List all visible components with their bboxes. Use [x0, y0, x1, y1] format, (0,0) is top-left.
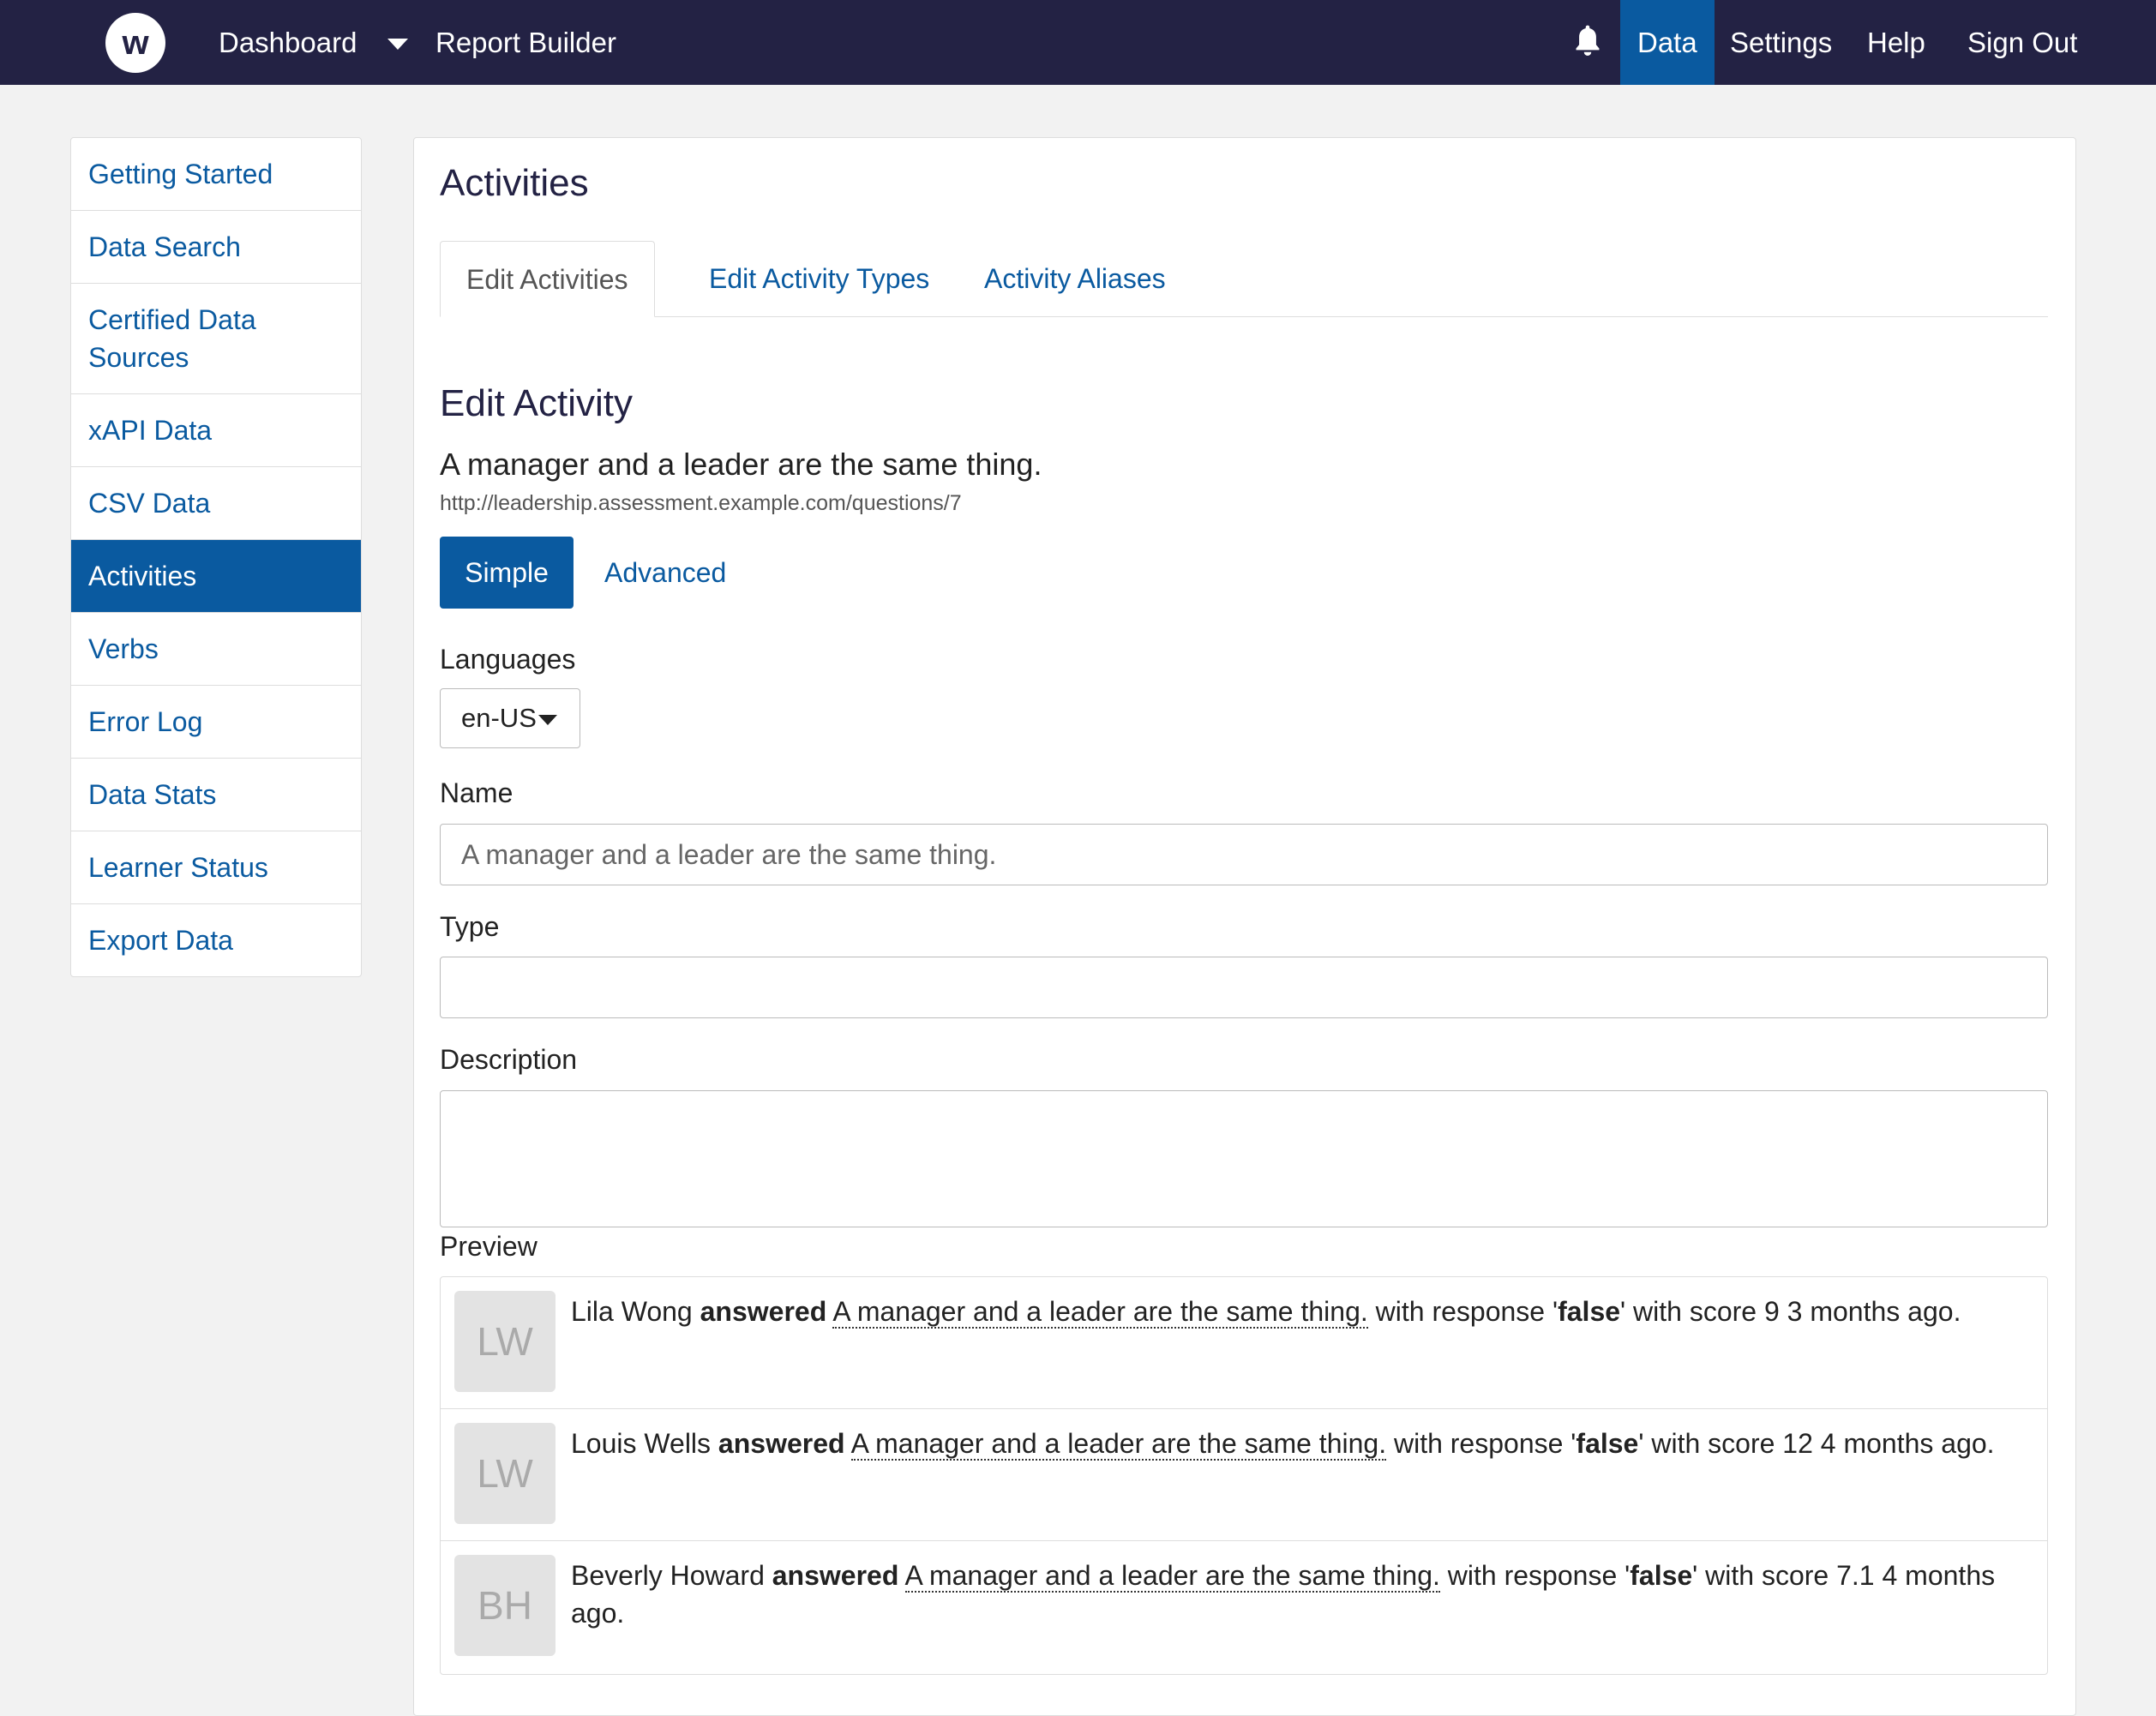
type-label: Type: [440, 911, 500, 942]
preview-list: LW Lila Wong answered A manager and a le…: [440, 1276, 2048, 1675]
statement-text: Beverly Howard answered A manager and a …: [571, 1560, 1996, 1629]
tab-edit-activities[interactable]: Edit Activities: [440, 241, 655, 317]
list-item: LW Louis Wells answered A manager and a …: [441, 1409, 2047, 1541]
caret-down-icon: [538, 715, 557, 725]
sidebar-item-export-data[interactable]: Export Data: [71, 904, 361, 976]
list-item: LW Lila Wong answered A manager and a le…: [441, 1277, 2047, 1409]
activity-name: A manager and a leader are the same thin…: [440, 447, 1042, 482]
nav-settings[interactable]: Settings: [1730, 0, 1832, 85]
nav-data[interactable]: Data: [1620, 0, 1715, 85]
statement-text: Lila Wong answered A manager and a leade…: [571, 1296, 1961, 1329]
logo[interactable]: w: [105, 13, 165, 73]
languages-label: Languages: [440, 644, 576, 675]
sidebar-item-data-search[interactable]: Data Search: [71, 211, 361, 284]
language-value: en-US: [461, 703, 537, 733]
sidebar-item-verbs[interactable]: Verbs: [71, 613, 361, 686]
simple-mode-button[interactable]: Simple: [440, 537, 574, 609]
page-title: Activities: [440, 162, 589, 204]
name-input[interactable]: A manager and a leader are the same thin…: [440, 824, 2048, 885]
sidebar: Getting Started Data Search Certified Da…: [70, 137, 362, 977]
name-label: Name: [440, 777, 513, 808]
nav-report-builder[interactable]: Report Builder: [435, 0, 616, 85]
type-input[interactable]: [440, 957, 2048, 1018]
chevron-down-icon[interactable]: [387, 39, 408, 50]
tab-bar: Edit Activities Edit Activity Types Acti…: [440, 241, 2048, 317]
description-textarea[interactable]: [440, 1090, 2048, 1227]
avatar: LW: [454, 1291, 556, 1392]
language-select[interactable]: en-US: [440, 688, 580, 748]
avatar: BH: [454, 1555, 556, 1656]
sidebar-item-learner-status[interactable]: Learner Status: [71, 831, 361, 904]
activity-url: http://leadership.assessment.example.com…: [440, 491, 962, 515]
sidebar-item-certified-data-sources[interactable]: Certified Data Sources: [71, 284, 361, 394]
sidebar-item-csv-data[interactable]: CSV Data: [71, 467, 361, 540]
sidebar-item-activities[interactable]: Activities: [71, 540, 361, 613]
main-panel: Activities Edit Activities Edit Activity…: [413, 137, 2076, 1716]
description-label: Description: [440, 1044, 578, 1075]
preview-label: Preview: [440, 1231, 537, 1262]
statement-text: Louis Wells answered A manager and a lea…: [571, 1428, 1995, 1461]
section-title: Edit Activity: [440, 382, 633, 424]
top-nav-bar: w Dashboard Report Builder Data Settings…: [0, 0, 2156, 85]
sidebar-item-xapi-data[interactable]: xAPI Data: [71, 394, 361, 467]
advanced-mode-button[interactable]: Advanced: [604, 537, 726, 609]
activity-link[interactable]: A manager and a leader are the same thin…: [904, 1560, 1440, 1593]
activity-link[interactable]: A manager and a leader are the same thin…: [832, 1296, 1368, 1329]
sidebar-item-data-stats[interactable]: Data Stats: [71, 759, 361, 831]
nav-sign-out[interactable]: Sign Out: [1967, 0, 2077, 85]
tab-edit-activity-types[interactable]: Edit Activity Types: [683, 241, 955, 316]
nav-dashboard[interactable]: Dashboard: [219, 0, 357, 85]
bell-icon[interactable]: [1573, 24, 1602, 58]
sidebar-item-getting-started[interactable]: Getting Started: [71, 138, 361, 211]
activity-link[interactable]: A manager and a leader are the same thin…: [850, 1428, 1387, 1461]
tab-activity-aliases[interactable]: Activity Aliases: [958, 241, 1192, 316]
nav-help[interactable]: Help: [1867, 0, 1925, 85]
list-item: BH Beverly Howard answered A manager and…: [441, 1541, 2047, 1673]
avatar: LW: [454, 1423, 556, 1524]
sidebar-item-error-log[interactable]: Error Log: [71, 686, 361, 759]
